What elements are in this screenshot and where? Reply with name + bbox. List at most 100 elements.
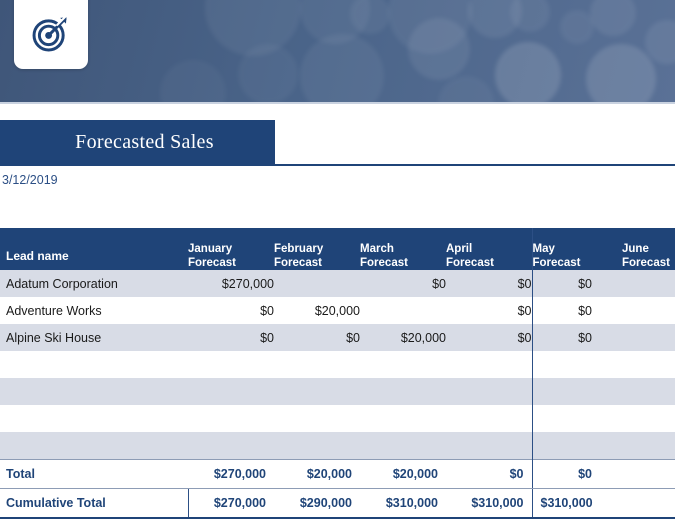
title-bar-rule [0,164,675,166]
bokeh-circle [388,0,472,54]
cell-january[interactable] [188,432,274,459]
cell-lead-name[interactable] [0,432,188,459]
cell-april[interactable]: $0 [446,297,532,324]
cell-may[interactable] [531,432,622,459]
bokeh-circle [590,0,636,36]
bokeh-circle [238,44,298,104]
cell-june[interactable] [622,405,675,432]
title-bar: Forecasted Sales [0,120,675,166]
cell-may[interactable] [531,378,622,405]
cell-may[interactable]: $0 [531,270,622,297]
cell-march[interactable] [360,378,446,405]
target-bullseye-arrow-icon [28,10,74,56]
table-header-row: Lead name January Forecast February Fore… [0,228,675,270]
spreadsheet-page: Forecasted Sales 3/12/2019 Lead name Jan… [0,0,675,520]
bokeh-circle [438,76,494,104]
table-row[interactable] [0,351,675,378]
total-june [622,458,675,489]
cell-june[interactable] [622,378,675,405]
cell-june[interactable]: $0 [622,297,675,324]
table-row[interactable] [0,405,675,432]
cell-lead-name[interactable]: Alpine Ski House [0,324,188,351]
cell-lead-name[interactable]: Adatum Corporation [0,270,188,297]
cell-may[interactable] [531,405,622,432]
cell-june[interactable]: $0 [622,270,675,297]
column-header-march[interactable]: March Forecast [360,228,446,270]
total-may: $0 [531,458,622,489]
cell-march[interactable]: $20,000 [360,324,446,351]
cumulative-january: $270,000 [188,487,274,519]
table-row[interactable]: Adatum Corporation$270,000$0$0$0$0 [0,270,675,297]
total-row: Total $270,000 $20,000 $20,000 $0 $0 [0,458,675,489]
cell-lead-name[interactable] [0,351,188,378]
bokeh-circle [160,60,226,104]
table-header: Lead name January Forecast February Fore… [0,228,675,270]
cell-february[interactable] [274,270,360,297]
cell-february[interactable]: $0 [274,324,360,351]
cell-february[interactable] [274,378,360,405]
cell-march[interactable]: $0 [360,270,446,297]
banner-underline [0,102,675,104]
cell-march[interactable] [360,432,446,459]
cell-april[interactable] [446,378,532,405]
cumulative-total-label: Cumulative Total [0,487,189,519]
cell-lead-name[interactable] [0,405,188,432]
column-header-april[interactable]: April Forecast [446,228,532,270]
cell-february[interactable] [274,405,360,432]
cell-february[interactable]: $20,000 [274,297,360,324]
cell-april[interactable]: $0 [446,270,532,297]
cell-april[interactable] [446,405,532,432]
cell-january[interactable] [188,405,274,432]
cumulative-total-row: Cumulative Total $270,000 $290,000 $310,… [0,487,675,519]
forecast-table-container: Lead name January Forecast February Fore… [0,228,675,519]
table-row[interactable]: Adventure Works$0$20,000$0$0$0 [0,297,675,324]
cell-january[interactable]: $270,000 [188,270,274,297]
cell-may[interactable]: $0 [531,324,622,351]
column-header-june[interactable]: June Forecast [622,228,675,270]
cell-june[interactable]: $0 [622,324,675,351]
bokeh-circle [300,34,384,104]
table-row[interactable] [0,378,675,405]
cell-january[interactable]: $0 [188,297,274,324]
cumulative-march: $310,000 [360,487,446,519]
total-january: $270,000 [188,458,274,489]
date-field[interactable]: 3/12/2019 [2,173,58,187]
column-header-february[interactable]: February Forecast [274,228,360,270]
column-header-january[interactable]: January Forecast [188,228,274,270]
cell-june[interactable] [622,432,675,459]
cell-march[interactable] [360,351,446,378]
cell-january[interactable]: $0 [188,324,274,351]
table-footer: Total $270,000 $20,000 $20,000 $0 $0 Cum… [0,458,675,519]
column-header-lead-name[interactable]: Lead name [0,228,188,270]
bokeh-circle [495,42,561,104]
bokeh-circle [510,0,550,32]
cell-march[interactable] [360,297,446,324]
header-banner [0,0,675,104]
cumulative-june: $310 [622,487,675,519]
cell-january[interactable] [188,378,274,405]
bokeh-circle [300,0,370,44]
cumulative-february: $290,000 [274,487,360,519]
cell-june[interactable] [622,351,675,378]
cell-february[interactable] [274,432,360,459]
cell-april[interactable] [446,432,532,459]
app-logo-tile [14,0,88,69]
column-header-may[interactable]: May Forecast [531,228,622,270]
cumulative-may: $310,000 [531,487,622,519]
table-row[interactable] [0,432,675,459]
total-april: $0 [446,458,532,489]
cell-february[interactable] [274,351,360,378]
bokeh-circle [645,20,675,64]
total-march: $20,000 [360,458,446,489]
cell-april[interactable] [446,351,532,378]
cell-january[interactable] [188,351,274,378]
cell-lead-name[interactable] [0,378,188,405]
table-row[interactable]: Alpine Ski House$0$0$20,000$0$0$0 [0,324,675,351]
cell-march[interactable] [360,405,446,432]
cell-may[interactable] [531,351,622,378]
cell-lead-name[interactable]: Adventure Works [0,297,188,324]
bokeh-circle [350,0,390,34]
cell-april[interactable]: $0 [446,324,532,351]
cell-may[interactable]: $0 [531,297,622,324]
bokeh-circle [586,44,656,104]
